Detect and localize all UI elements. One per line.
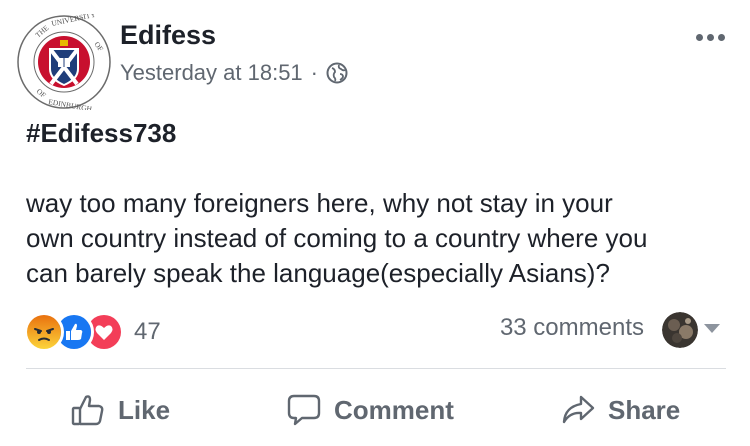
avatar[interactable]: THE UNIVERSITY OF OF EDINBURGH <box>16 10 112 114</box>
post-hashtag[interactable]: #Edifess738 <box>26 116 726 151</box>
dot-icon <box>706 33 714 41</box>
globe-icon[interactable] <box>326 62 348 84</box>
chevron-down-icon[interactable] <box>704 324 720 333</box>
meta-separator: · <box>310 60 318 85</box>
post-body-line: way too many foreigners here, why not st… <box>26 188 613 218</box>
post-body-line: own country instead of coming to a count… <box>26 223 648 253</box>
share-label: Share <box>608 394 681 425</box>
comment-label: Comment <box>334 394 454 425</box>
comment-bubble-icon <box>287 394 321 426</box>
post-timestamp[interactable]: Yesterday at 18:51 <box>120 60 303 86</box>
like-label: Like <box>118 394 171 425</box>
reactions-summary[interactable]: 47 <box>24 312 161 352</box>
divider <box>26 368 726 369</box>
post-actions-bar: Like Comment Share <box>0 380 750 440</box>
viewer-avatar[interactable] <box>662 312 698 348</box>
university-seal-icon: THE UNIVERSITY OF OF EDINBURGH <box>17 10 111 114</box>
dot-icon <box>717 33 725 41</box>
share-arrow-icon <box>562 395 595 424</box>
comments-count-link[interactable]: 33 comments <box>500 314 644 342</box>
comment-button[interactable]: Comment <box>286 380 454 440</box>
like-button[interactable]: Like <box>70 380 170 440</box>
thumbs-up-icon <box>71 395 104 426</box>
page-name[interactable]: Edifess <box>120 20 216 51</box>
more-options-button[interactable] <box>692 28 728 46</box>
angry-reaction-icon <box>24 312 64 352</box>
post-text: #Edifess738 way too many foreigners here… <box>26 116 726 291</box>
reaction-count: 47 <box>134 318 161 345</box>
share-button[interactable]: Share <box>560 380 680 440</box>
dot-icon <box>695 33 703 41</box>
post-meta: Yesterday at 18:51 · <box>120 60 348 86</box>
post-body-line: can barely speak the language(especially… <box>26 258 610 288</box>
